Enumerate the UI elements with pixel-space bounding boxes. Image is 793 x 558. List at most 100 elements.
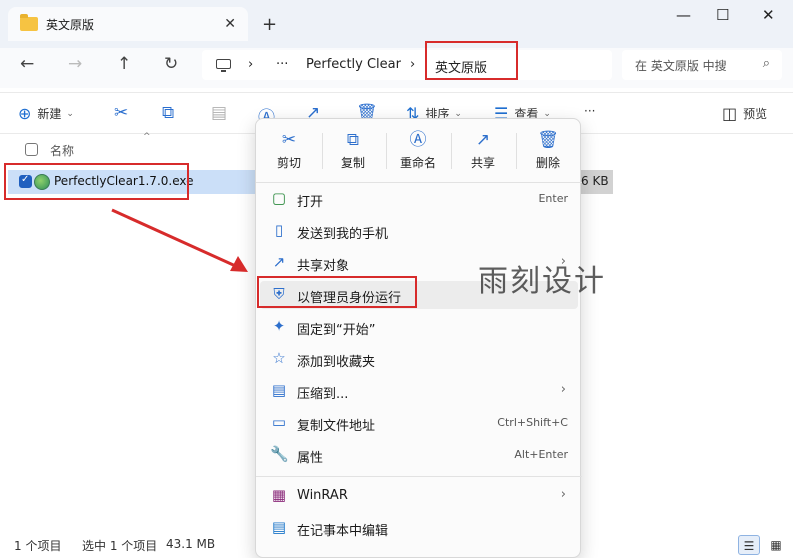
divider (386, 133, 387, 169)
shortcut-text: Enter (538, 192, 568, 205)
new-label: 新建 (37, 107, 62, 121)
winrar-icon: ▦ (271, 486, 287, 504)
tiles-view-button[interactable]: ▦ (765, 535, 787, 555)
chevron-right-icon: › (560, 382, 566, 397)
divider (451, 133, 452, 169)
search-box[interactable]: 在 英文原版 中搜 ⌕ (622, 50, 782, 80)
preview-icon: ◫ (722, 104, 738, 123)
cut-quick-action[interactable]: ✂ 剪切 (260, 129, 318, 175)
title-bar: 英文原版 ✕ + — ☐ ✕ (0, 0, 793, 48)
tab-close-icon[interactable]: ✕ (224, 16, 236, 32)
tab-current-folder[interactable]: 英文原版 ✕ (8, 7, 248, 41)
menu-item-label: 压缩到... (297, 387, 349, 402)
zip-icon: ▤ (271, 381, 287, 399)
menu-item-compress[interactable]: ▤ 压缩到... › (260, 377, 578, 405)
menu-item-label: 添加到收藏夹 (297, 355, 376, 370)
menu-item-winrar[interactable]: ▦ WinRAR › (260, 482, 578, 510)
menu-item-label: 属性 (297, 451, 324, 466)
breadcrumb-more-button[interactable]: ··· (276, 57, 288, 72)
navigation-bar: ← → ↑ ↻ › ··· Perfectly Clear › 英文原版 在 英… (0, 48, 793, 88)
search-placeholder: 在 英文原版 中搜 (635, 59, 727, 73)
rename-quick-action[interactable]: Ⓐ 重命名 (389, 129, 447, 175)
menu-divider (256, 476, 582, 477)
select-all-checkbox[interactable] (25, 143, 38, 156)
search-icon[interactable]: ⌕ (763, 56, 770, 71)
chevron-right-icon: › (560, 487, 566, 502)
pin-icon: ✦ (272, 317, 286, 335)
new-button[interactable]: ⊕ 新建 ⌄ (18, 104, 74, 123)
this-pc-icon[interactable] (216, 59, 231, 72)
sort-caret-icon: ^ (143, 132, 151, 142)
shortcut-text: Ctrl+Shift+C (497, 416, 568, 429)
open-icon: ▢ (271, 189, 287, 207)
context-menu: ✂ 剪切 ⧉ 复制 Ⓐ 重命名 ↗ 共享 🗑 删除 ▢ 打开 Enter ▯ 发… (255, 118, 582, 558)
breadcrumb-current-folder[interactable]: 英文原版 (435, 57, 487, 76)
new-tab-button[interactable]: + (262, 14, 277, 35)
chevron-down-icon: ⌄ (543, 108, 551, 119)
file-checkbox[interactable] (19, 174, 32, 188)
breadcrumb-perfectly-clear[interactable]: Perfectly Clear (306, 57, 401, 72)
delete-icon: 🗑 (537, 130, 559, 150)
file-name[interactable]: PerfectlyClear1.7.0.exe (54, 174, 194, 188)
copy-label: 复制 (340, 156, 365, 170)
breadcrumb-separator[interactable]: › (248, 57, 253, 72)
refresh-button[interactable]: ↻ (164, 54, 178, 74)
menu-item-run-as-admin[interactable]: ⛨ 以管理员身份运行 (260, 281, 578, 309)
address-bar[interactable]: › ··· Perfectly Clear › 英文原版 (202, 50, 612, 80)
forward-button[interactable]: → (68, 54, 82, 74)
menu-item-add-to-favorites[interactable]: ☆ 添加到收藏夹 (260, 345, 578, 373)
folder-icon (20, 14, 38, 31)
more-options-button[interactable]: ··· (584, 104, 595, 118)
copy-icon: ⧉ (346, 130, 360, 150)
breadcrumb-separator-2[interactable]: › (410, 57, 415, 72)
close-window-button[interactable]: ✕ (762, 6, 775, 24)
rename-label: 重命名 (399, 156, 436, 170)
item-count: 1 个项目 (14, 539, 62, 553)
rename-icon: Ⓐ (409, 130, 427, 150)
new-icon: ⊕ (18, 104, 32, 123)
menu-item-send-to-phone[interactable]: ▯ 发送到我的手机 (260, 217, 578, 245)
back-button[interactable]: ← (20, 54, 34, 74)
maximize-button[interactable]: ☐ (716, 6, 729, 24)
cut-icon: ✂ (281, 130, 297, 150)
shortcut-text: Alt+Enter (514, 448, 568, 461)
details-view-button[interactable]: ☰ (738, 535, 760, 555)
file-size: 6 KB (581, 174, 609, 188)
menu-item-label: 复制文件地址 (297, 419, 376, 434)
divider (322, 133, 323, 169)
menu-item-pin-to-start[interactable]: ✦ 固定到“开始” (260, 313, 578, 341)
column-name-header[interactable]: 名称 (50, 142, 74, 159)
menu-item-label: 以管理员身份运行 (297, 291, 402, 306)
selected-size: 43.1 MB (166, 537, 216, 551)
share-quick-action[interactable]: ↗ 共享 (454, 129, 512, 175)
copy-icon[interactable]: ⧉ (162, 103, 174, 123)
menu-item-label: 发送到我的手机 (297, 227, 389, 242)
menu-divider (256, 182, 582, 183)
tab-title: 英文原版 (46, 17, 95, 32)
menu-item-label: WinRAR (297, 488, 348, 503)
menu-item-properties[interactable]: 🔧 属性 Alt+Enter (260, 441, 578, 469)
menu-item-open[interactable]: ▢ 打开 Enter (260, 185, 578, 213)
cut-label: 剪切 (276, 156, 301, 170)
cut-icon[interactable]: ✂ (114, 103, 128, 123)
exe-app-icon (34, 174, 50, 190)
delete-quick-action[interactable]: 🗑 删除 (519, 129, 577, 175)
share-label: 共享 (470, 156, 495, 170)
menu-item-label: 固定到“开始” (297, 323, 376, 338)
chevron-down-icon: ⌄ (454, 108, 462, 119)
paste-icon[interactable]: ▤ (211, 103, 227, 123)
menu-item-label: 在记事本中编辑 (297, 524, 389, 539)
notepad-icon: ▤ (271, 518, 287, 536)
preview-pane-button[interactable]: ◫ 预览 (722, 104, 767, 123)
copy-quick-action[interactable]: ⧉ 复制 (324, 129, 382, 175)
minimize-button[interactable]: — (676, 6, 691, 24)
copy-path-icon: ▭ (271, 413, 287, 431)
selected-count: 选中 1 个项目 (82, 539, 158, 553)
chevron-right-icon: › (560, 254, 566, 269)
menu-item-share-object[interactable]: ↗ 共享对象 › (260, 249, 578, 277)
up-button[interactable]: ↑ (117, 54, 131, 74)
preview-label: 预览 (743, 107, 768, 121)
star-icon: ☆ (272, 349, 286, 367)
menu-item-edit-in-notepad[interactable]: ▤ 在记事本中编辑 (260, 514, 578, 542)
menu-item-copy-path[interactable]: ▭ 复制文件地址 Ctrl+Shift+C (260, 409, 578, 437)
